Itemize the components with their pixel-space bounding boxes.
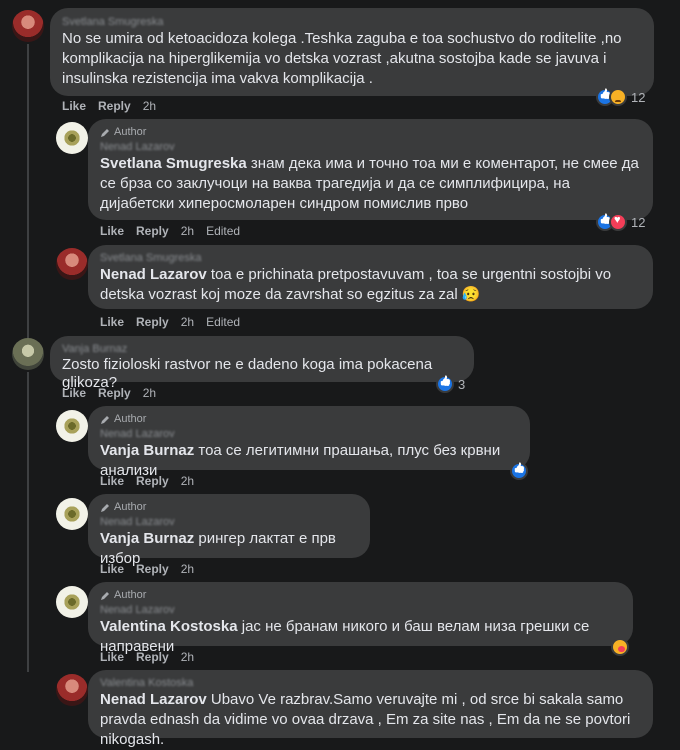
comment-actions: Like Reply 2h xyxy=(100,650,194,664)
avatar[interactable] xyxy=(56,248,88,280)
reaction-count: 12 xyxy=(631,89,646,105)
reply-button[interactable]: Reply xyxy=(98,386,131,400)
reply-button[interactable]: Reply xyxy=(98,99,131,113)
love-icon xyxy=(609,213,627,231)
reaction-summary[interactable]: 12 xyxy=(596,212,645,232)
avatar[interactable] xyxy=(12,10,44,42)
comment-bubble: Valentina Kostoska Nenad Lazarov Ubavo V… xyxy=(88,670,653,748)
author-label: Author xyxy=(114,126,147,138)
commenter-name[interactable]: Nenad Lazarov xyxy=(100,140,641,154)
timestamp[interactable]: 2h xyxy=(181,562,194,576)
author-label: Author xyxy=(114,589,147,601)
sad-icon xyxy=(609,88,627,106)
comment-bubble: Svetlana Smugreska Nenad Lazarov toa e p… xyxy=(88,245,653,309)
author-label: Author xyxy=(114,501,147,513)
commenter-name[interactable]: Nenad Lazarov xyxy=(100,427,518,441)
author-badge: Author xyxy=(100,125,641,140)
comment-text: Nenad Lazarov toa e prichinata pretposta… xyxy=(100,265,641,305)
comment-actions: Like Reply 2h xyxy=(100,562,194,576)
comment-actions: Like Reply 2h xyxy=(100,474,194,488)
commenter-name[interactable]: Nenad Lazarov xyxy=(100,603,621,617)
comment-text: Nenad Lazarov Ubavo Ve razbrav.Samo veru… xyxy=(100,690,641,750)
like-button[interactable]: Like xyxy=(100,474,124,488)
like-button[interactable]: Like xyxy=(62,99,86,113)
author-badge: Author xyxy=(100,588,621,603)
edited-label: Edited xyxy=(206,224,241,238)
reaction-summary[interactable]: 3 xyxy=(436,374,465,394)
reply-button[interactable]: Reply xyxy=(136,224,169,238)
care-icon xyxy=(611,638,629,656)
like-icon xyxy=(436,375,454,393)
avatar[interactable] xyxy=(12,338,44,370)
reaction-summary[interactable] xyxy=(611,637,629,657)
timestamp[interactable]: 2h xyxy=(181,315,194,329)
author-badge: Author xyxy=(100,500,358,515)
commenter-name[interactable]: Svetlana Smugreska xyxy=(62,15,642,29)
like-button[interactable]: Like xyxy=(100,650,124,664)
comment-bubble: Author Nenad Lazarov Svetlana Smugreska … xyxy=(88,119,653,220)
reply-button[interactable]: Reply xyxy=(136,562,169,576)
avatar[interactable] xyxy=(56,498,88,530)
comment-actions: Like Reply 2h Edited xyxy=(100,224,240,238)
avatar[interactable] xyxy=(56,122,88,154)
like-button[interactable]: Like xyxy=(100,224,124,238)
comment-actions: Like Reply 2h xyxy=(62,99,156,113)
timestamp[interactable]: 2h xyxy=(181,474,194,488)
reply-button[interactable]: Reply xyxy=(136,315,169,329)
pencil-icon xyxy=(101,503,109,512)
commenter-name[interactable]: Valentina Kostoska xyxy=(100,676,641,690)
comment-text: Svetlana Smugreska знам дека има и точно… xyxy=(100,154,641,214)
like-button[interactable]: Like xyxy=(62,386,86,400)
reply-button[interactable]: Reply xyxy=(136,474,169,488)
pencil-icon xyxy=(101,415,109,424)
timestamp[interactable]: 2h xyxy=(181,650,194,664)
avatar[interactable] xyxy=(56,410,88,442)
mention[interactable]: Nenad Lazarov xyxy=(100,691,207,708)
mention[interactable]: Nenad Lazarov xyxy=(100,266,207,283)
reaction-count: 12 xyxy=(631,214,646,230)
thread-line xyxy=(27,44,29,344)
timestamp[interactable]: 2h xyxy=(143,386,156,400)
comment-bubble: Author Nenad Lazarov Vanja Burnaz тоа се… xyxy=(88,406,530,479)
commenter-name[interactable]: Svetlana Smugreska xyxy=(100,251,641,265)
comment-bubble: Svetlana Smugreska No se umira od ketoac… xyxy=(50,8,654,96)
pencil-icon xyxy=(101,591,109,600)
timestamp[interactable]: 2h xyxy=(143,99,156,113)
comment-actions: Like Reply 2h Edited xyxy=(100,315,240,329)
avatar[interactable] xyxy=(56,674,88,706)
comment-text: No se umira od ketoacidoza kolega .Teshk… xyxy=(62,30,622,87)
reaction-summary[interactable]: 12 xyxy=(596,87,645,107)
timestamp[interactable]: 2h xyxy=(181,224,194,238)
commenter-name[interactable]: Nenad Lazarov xyxy=(100,515,358,529)
mention[interactable]: Svetlana Smugreska xyxy=(100,155,247,172)
commenter-name[interactable]: Vanja Burnaz xyxy=(62,342,462,356)
like-button[interactable]: Like xyxy=(100,562,124,576)
reply-button[interactable]: Reply xyxy=(136,650,169,664)
comment-actions: Like Reply 2h xyxy=(62,386,156,400)
pencil-icon xyxy=(101,128,109,137)
like-icon xyxy=(510,462,528,480)
like-button[interactable]: Like xyxy=(100,315,124,329)
edited-label: Edited xyxy=(206,315,241,329)
reaction-summary[interactable] xyxy=(510,461,528,481)
comment-bubble: Author Nenad Lazarov Vanja Burnaz рингер… xyxy=(88,494,370,567)
author-label: Author xyxy=(114,413,147,425)
mention[interactable]: Valentina Kostoska xyxy=(100,618,238,635)
comment-bubble: Vanja Burnaz Zosto fizioloski rastvor ne… xyxy=(50,336,474,391)
avatar[interactable] xyxy=(56,586,88,618)
mention[interactable]: Vanja Burnaz xyxy=(100,530,194,547)
author-badge: Author xyxy=(100,412,518,427)
comment-bubble: Author Nenad Lazarov Valentina Kostoska … xyxy=(88,582,633,655)
reaction-count: 3 xyxy=(458,376,466,392)
mention[interactable]: Vanja Burnaz xyxy=(100,442,194,459)
thread-line xyxy=(27,372,29,672)
